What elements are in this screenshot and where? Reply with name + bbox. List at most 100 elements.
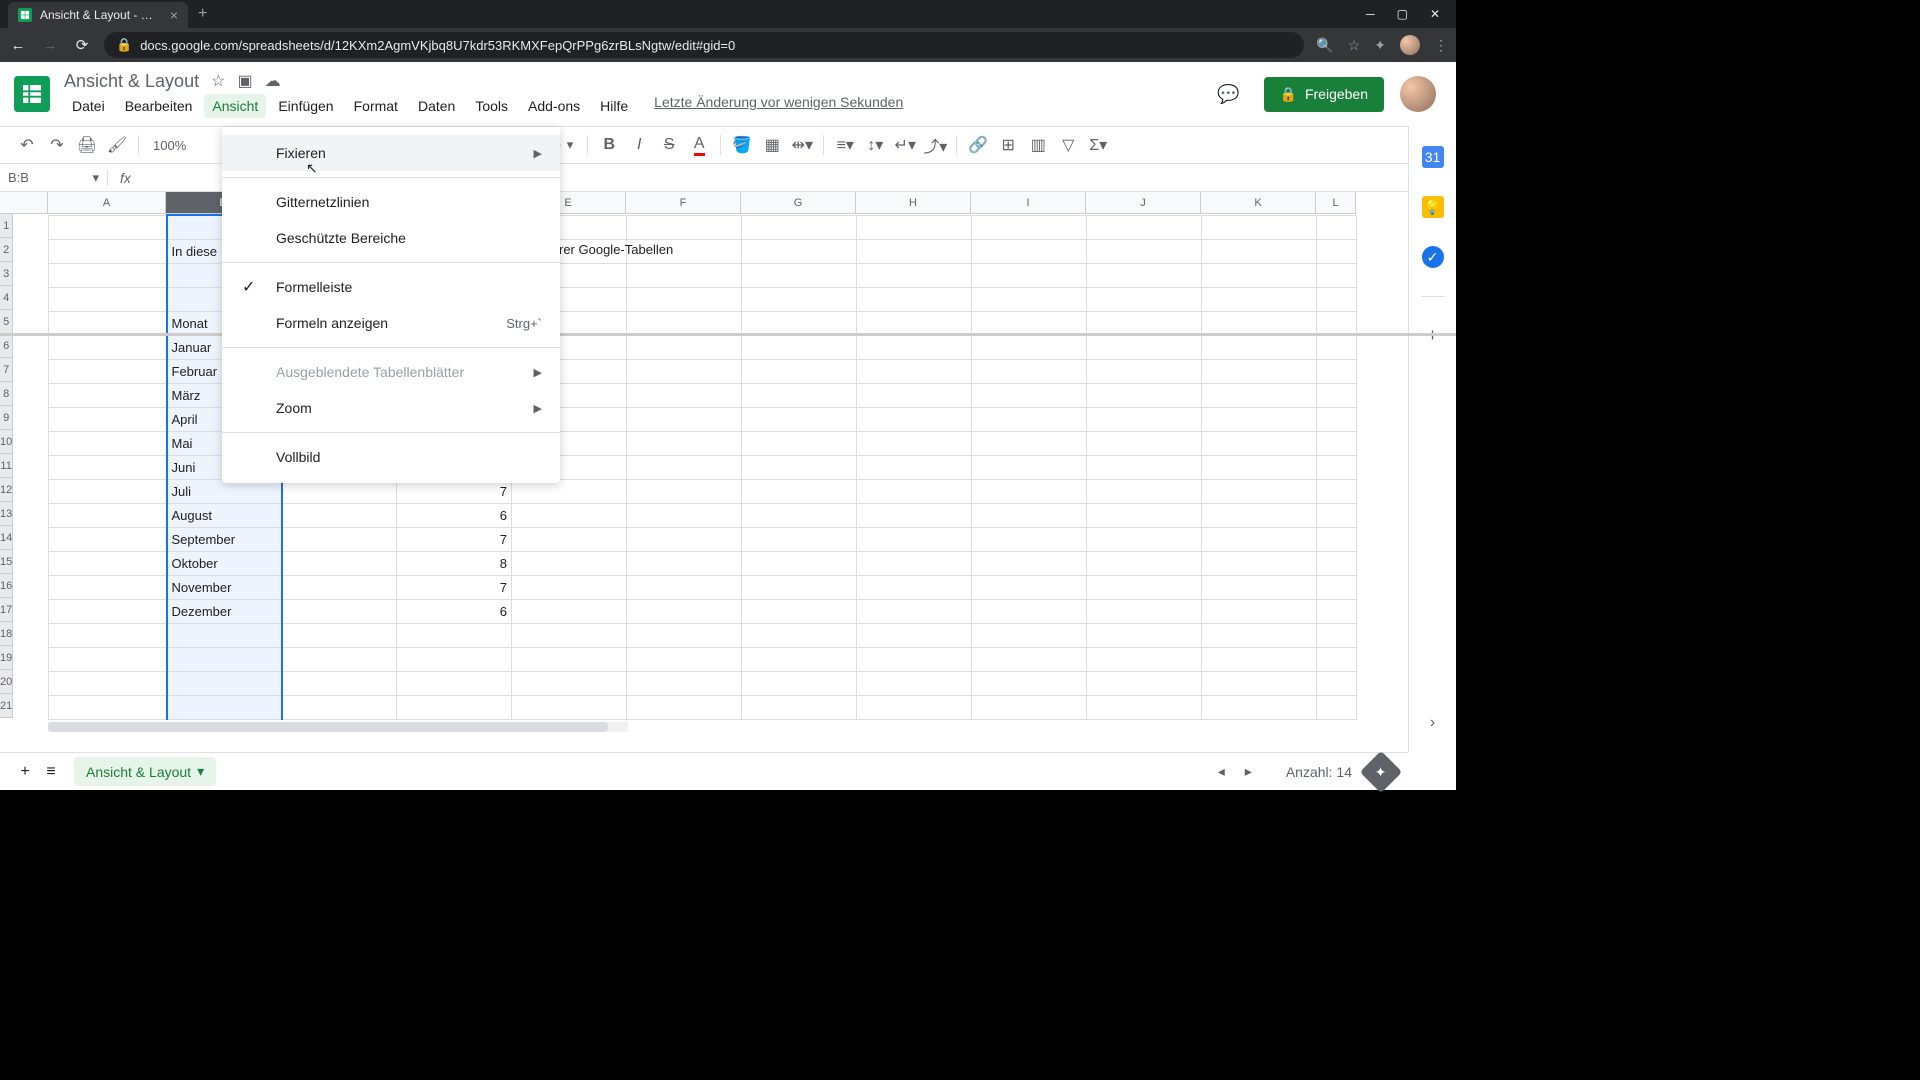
menu-view[interactable]: Ansicht (204, 94, 266, 118)
menu-show-formulas[interactable]: Formeln anzeigen Strg+` (222, 305, 560, 341)
cell-J10[interactable] (1087, 431, 1202, 455)
cell-A6[interactable] (49, 335, 167, 359)
row-header-17[interactable]: 17 (0, 598, 13, 622)
row-header-18[interactable]: 18 (0, 622, 13, 646)
horizontal-scrollbar[interactable] (48, 722, 628, 732)
row-header-5[interactable]: 5 (0, 310, 13, 334)
cell-I19[interactable] (972, 647, 1087, 671)
cell-E18[interactable] (512, 623, 627, 647)
cell-I16[interactable] (972, 575, 1087, 599)
cell-H2[interactable] (857, 239, 972, 263)
cell-J2[interactable] (1087, 239, 1202, 263)
cell-G20[interactable] (742, 671, 857, 695)
cell-J13[interactable] (1087, 503, 1202, 527)
italic-button[interactable]: I (626, 132, 652, 158)
keep-icon[interactable]: 💡 (1422, 196, 1444, 218)
cell-E15[interactable] (512, 551, 627, 575)
cell-G6[interactable] (742, 335, 857, 359)
cell-B19[interactable] (167, 647, 282, 671)
tasks-icon[interactable]: ✓ (1422, 246, 1444, 268)
cell-F4[interactable] (627, 287, 742, 311)
cell-I20[interactable] (972, 671, 1087, 695)
cell-K5[interactable] (1202, 311, 1317, 335)
menu-fullscreen[interactable]: Vollbild (222, 439, 560, 475)
menu-gridlines[interactable]: Gitternetzlinien (222, 184, 560, 220)
back-button[interactable]: ← (8, 37, 28, 54)
cell-K2[interactable] (1202, 239, 1317, 263)
cell-L5[interactable] (1317, 311, 1357, 335)
text-color-button[interactable]: A (686, 132, 712, 158)
cell-F13[interactable] (627, 503, 742, 527)
cell-I8[interactable] (972, 383, 1087, 407)
cell-A2[interactable] (49, 239, 167, 263)
cell-F5[interactable] (627, 311, 742, 335)
cell-L14[interactable] (1317, 527, 1357, 551)
cell-J20[interactable] (1087, 671, 1202, 695)
cell-L17[interactable] (1317, 599, 1357, 623)
cell-F7[interactable] (627, 359, 742, 383)
cell-C21[interactable] (282, 695, 397, 719)
menu-help[interactable]: Hilfe (592, 94, 636, 118)
cell-D18[interactable] (397, 623, 512, 647)
row-header-1[interactable]: 1 (0, 214, 13, 238)
cell-H12[interactable] (857, 479, 972, 503)
close-window-icon[interactable]: ✕ (1430, 7, 1440, 21)
cell-C14[interactable] (282, 527, 397, 551)
cell-J7[interactable] (1087, 359, 1202, 383)
cell-C18[interactable] (282, 623, 397, 647)
column-header-F[interactable]: F (626, 192, 741, 214)
minimize-icon[interactable]: ─ (1366, 7, 1375, 21)
cell-A16[interactable] (49, 575, 167, 599)
cell-C13[interactable] (282, 503, 397, 527)
column-header-L[interactable]: L (1316, 192, 1356, 214)
cell-H5[interactable] (857, 311, 972, 335)
forward-button[interactable]: → (40, 37, 60, 54)
cell-A8[interactable] (49, 383, 167, 407)
url-input[interactable]: 🔒 docs.google.com/spreadsheets/d/12KXm2A… (104, 32, 1304, 58)
cell-A9[interactable] (49, 407, 167, 431)
cell-E20[interactable] (512, 671, 627, 695)
cell-D19[interactable] (397, 647, 512, 671)
bold-button[interactable]: B (596, 132, 622, 158)
cell-E13[interactable] (512, 503, 627, 527)
cell-D14[interactable]: 7 (397, 527, 512, 551)
cell-L19[interactable] (1317, 647, 1357, 671)
cell-G2[interactable] (742, 239, 857, 263)
cell-A7[interactable] (49, 359, 167, 383)
status-count[interactable]: Anzahl: 14 (1286, 764, 1352, 780)
cell-K13[interactable] (1202, 503, 1317, 527)
cell-G10[interactable] (742, 431, 857, 455)
menu-tools[interactable]: Tools (467, 94, 516, 118)
cell-J1[interactable] (1087, 215, 1202, 239)
cell-K17[interactable] (1202, 599, 1317, 623)
cell-F19[interactable] (627, 647, 742, 671)
cell-I17[interactable] (972, 599, 1087, 623)
menu-edit[interactable]: Bearbeiten (117, 94, 201, 118)
cell-E19[interactable] (512, 647, 627, 671)
cell-J4[interactable] (1087, 287, 1202, 311)
cell-K12[interactable] (1202, 479, 1317, 503)
cell-I11[interactable] (972, 455, 1087, 479)
menu-zoom[interactable]: Zoom ▶ (222, 390, 560, 426)
cell-H10[interactable] (857, 431, 972, 455)
cell-K15[interactable] (1202, 551, 1317, 575)
cell-C20[interactable] (282, 671, 397, 695)
cell-B17[interactable]: Dezember (167, 599, 282, 623)
chevron-down-icon[interactable]: ▾ (197, 763, 204, 780)
cell-G11[interactable] (742, 455, 857, 479)
cell-F17[interactable] (627, 599, 742, 623)
freeze-row-divider[interactable] (0, 333, 1456, 336)
merge-button[interactable]: ⇹▾ (789, 132, 815, 158)
row-header-21[interactable]: 21 (0, 694, 13, 718)
cell-G13[interactable] (742, 503, 857, 527)
cell-F14[interactable] (627, 527, 742, 551)
cell-C15[interactable] (282, 551, 397, 575)
menu-data[interactable]: Daten (410, 94, 463, 118)
cell-A17[interactable] (49, 599, 167, 623)
cell-G19[interactable] (742, 647, 857, 671)
cell-I6[interactable] (972, 335, 1087, 359)
cell-I13[interactable] (972, 503, 1087, 527)
cell-K10[interactable] (1202, 431, 1317, 455)
cell-F16[interactable] (627, 575, 742, 599)
cell-C17[interactable] (282, 599, 397, 623)
